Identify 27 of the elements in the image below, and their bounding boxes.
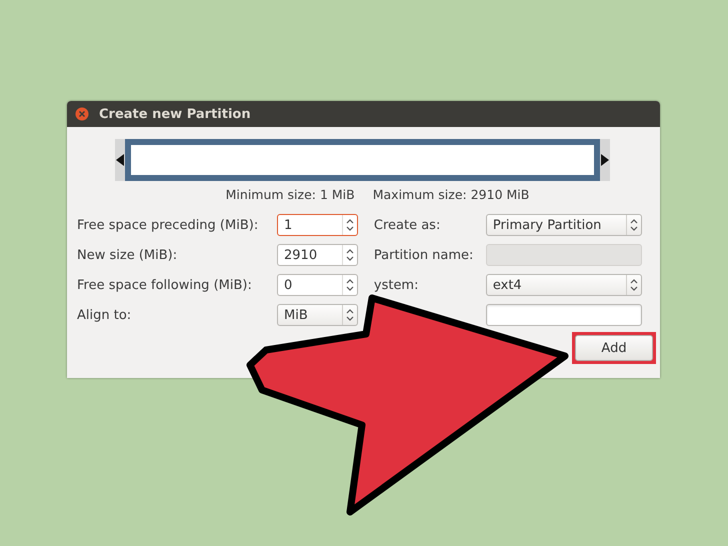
stepper-icon[interactable] — [346, 308, 354, 322]
field-label: Partition name: — [374, 248, 474, 262]
stepper-icon[interactable] — [630, 278, 638, 292]
field-label: New size (MiB): — [77, 248, 178, 262]
stepper-icon[interactable] — [346, 218, 354, 232]
number-field[interactable]: 0 — [277, 274, 358, 296]
close-icon[interactable] — [75, 107, 89, 121]
dropdown[interactable]: Primary Partition — [486, 214, 642, 236]
stepper-icon[interactable] — [346, 278, 354, 292]
field-label: Free space following (MiB): — [77, 278, 253, 292]
field-label: Align to: — [77, 308, 132, 322]
stepper-icon[interactable] — [346, 248, 354, 262]
input-field[interactable] — [486, 304, 642, 326]
field-label: Create as: — [374, 218, 442, 232]
stepper-icon[interactable] — [630, 218, 638, 232]
field-label: ystem: — [374, 278, 420, 292]
dropdown[interactable]: MiB — [277, 304, 358, 326]
maximum-size-label: Maximum size: 2910 MiB — [372, 187, 530, 202]
dropdown[interactable]: ext4 — [486, 274, 642, 296]
minimum-size-label: Minimum size: 1 MiB — [226, 187, 355, 202]
window-title: Create new Partition — [99, 106, 251, 122]
field-label: Free space preceding (MiB): — [77, 218, 260, 232]
number-field[interactable]: 2910 — [277, 244, 358, 266]
add-button[interactable]: Add — [575, 335, 653, 361]
right-handle-icon[interactable] — [600, 139, 610, 181]
left-handle-icon[interactable] — [115, 139, 125, 181]
number-field[interactable]: 1 — [277, 214, 358, 236]
